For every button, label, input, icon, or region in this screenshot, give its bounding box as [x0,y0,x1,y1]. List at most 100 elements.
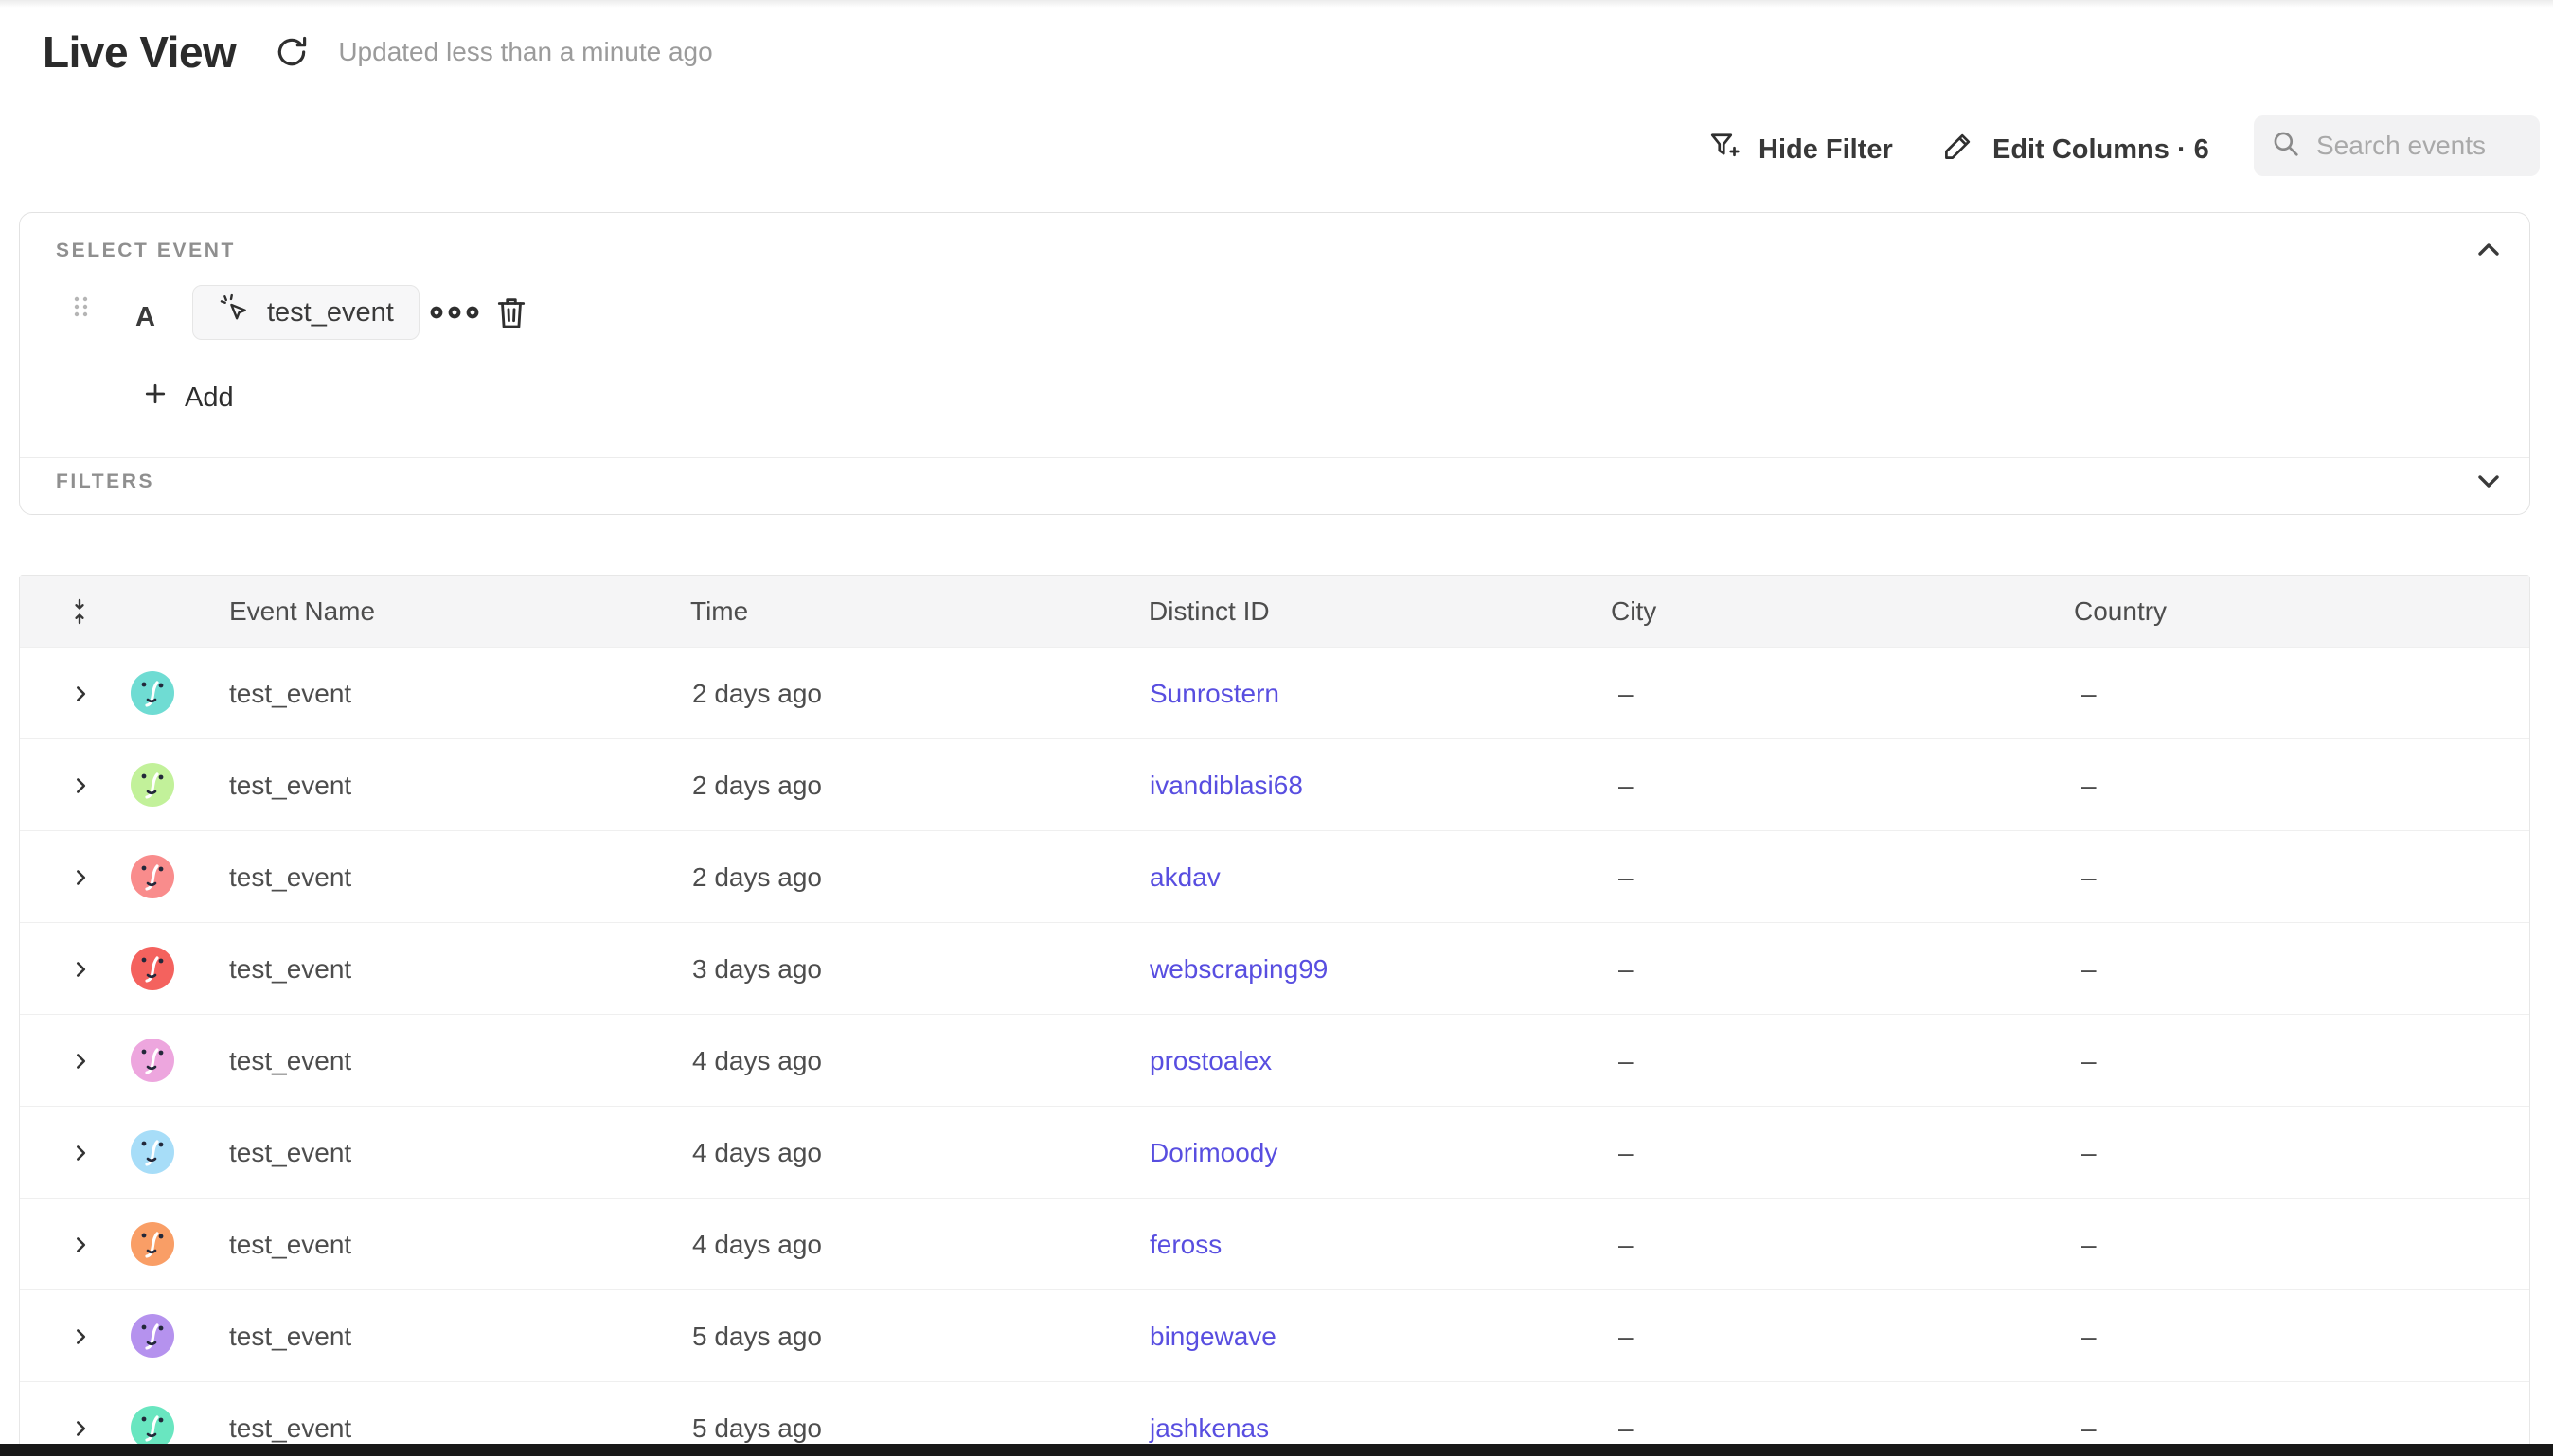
table-row: test_event 4 days ago Dorimoody – – [20,1106,2529,1198]
collapse-section-chevron-up-icon[interactable] [2473,234,2505,266]
cell-city: – [1618,1413,1634,1444]
user-avatar [131,1314,174,1358]
cell-event-name: test_event [229,679,351,709]
cell-distinct-id-link[interactable]: webscraping99 [1150,954,1328,985]
hide-filter-button[interactable]: Hide Filter [1707,131,1893,169]
pencil-icon [1941,129,1975,170]
cell-city: – [1618,1230,1634,1260]
filter-plus-icon [1707,129,1741,170]
user-avatar [131,1130,174,1174]
cell-country: – [2081,1230,2097,1260]
cell-time: 3 days ago [692,954,822,985]
cell-country: – [2081,954,2097,985]
search-icon [2271,129,2301,164]
cell-distinct-id-link[interactable]: ivandiblasi68 [1150,771,1303,801]
table-row: test_event 2 days ago akdav – – [20,830,2529,922]
cell-time: 4 days ago [692,1046,822,1076]
cell-event-name: test_event [229,1138,351,1168]
filters-label: FILTERS [56,471,154,493]
expand-row-chevron-icon[interactable] [68,773,93,803]
column-header-country: Country [2074,596,2167,627]
cell-event-name: test_event [229,862,351,893]
expand-row-chevron-icon[interactable] [68,1049,93,1078]
cell-country: – [2081,679,2097,709]
cell-event-name: test_event [229,771,351,801]
live-view-page: Live View Updated less than a minute ago… [0,0,2553,1456]
cell-distinct-id-link[interactable]: Dorimoody [1150,1138,1277,1168]
cell-city: – [1618,771,1634,801]
table-row: test_event 4 days ago feross – – [20,1198,2529,1289]
column-header-event-name: Event Name [229,596,375,627]
cursor-click-icon [218,293,250,332]
cell-distinct-id-link[interactable]: feross [1150,1230,1222,1260]
user-avatar [131,671,174,715]
cell-country: – [2081,862,2097,893]
cell-time: 4 days ago [692,1138,822,1168]
user-avatar [131,763,174,807]
cell-city: – [1618,1138,1634,1168]
cell-time: 2 days ago [692,771,822,801]
cell-time: 2 days ago [692,862,822,893]
drag-handle-icon[interactable] [71,294,92,324]
column-header-time: Time [690,596,748,627]
cell-country: – [2081,1413,2097,1444]
cell-city: – [1618,1322,1634,1352]
cell-country: – [2081,1322,2097,1352]
expand-filters-chevron-down-icon[interactable] [2473,465,2505,497]
cell-event-name: test_event [229,954,351,985]
user-avatar [131,947,174,990]
cell-distinct-id-link[interactable]: prostoalex [1150,1046,1272,1076]
cell-distinct-id-link[interactable]: akdav [1150,862,1221,893]
more-options-icon[interactable] [429,304,484,326]
cell-country: – [2081,771,2097,801]
expand-row-chevron-icon[interactable] [68,1416,93,1446]
expand-row-chevron-icon[interactable] [68,865,93,895]
edit-columns-label: Edit Columns · 6 [1992,134,2209,166]
table-row: test_event 4 days ago prostoalex – – [20,1014,2529,1106]
cell-event-name: test_event [229,1230,351,1260]
search-box[interactable] [2254,115,2540,176]
hide-filter-label: Hide Filter [1759,134,1893,166]
bottom-bar [0,1444,2553,1456]
expand-row-chevron-icon[interactable] [68,1141,93,1170]
user-avatar [131,1039,174,1082]
panel-divider [20,457,2529,458]
event-chip-label: test_event [267,297,394,328]
event-row-letter: A [135,302,155,333]
cell-city: – [1618,679,1634,709]
event-selector-chip[interactable]: test_event [192,285,420,340]
cell-city: – [1618,954,1634,985]
cell-distinct-id-link[interactable]: bingewave [1150,1322,1276,1352]
refresh-icon[interactable] [274,34,310,70]
search-input[interactable] [2314,130,2526,162]
table-row: test_event 2 days ago Sunrostern – – [20,647,2529,738]
expand-row-chevron-icon[interactable] [68,682,93,711]
add-label: Add [185,382,234,414]
column-header-city: City [1611,596,1656,627]
expand-row-chevron-icon[interactable] [68,957,93,986]
table-header: Event Name Time Distinct ID City Country [20,576,2529,647]
page-title: Live View [43,27,236,78]
collapse-rows-icon[interactable] [65,596,94,631]
cell-country: – [2081,1138,2097,1168]
select-event-label: SELECT EVENT [56,240,236,262]
plus-icon [141,380,170,416]
user-avatar [131,855,174,898]
page-header: Live View Updated less than a minute ago [43,27,713,78]
user-avatar [131,1222,174,1266]
cell-distinct-id-link[interactable]: Sunrostern [1150,679,1279,709]
top-shadow [0,0,2553,8]
edit-columns-button[interactable]: Edit Columns · 6 [1941,131,2209,169]
add-event-button[interactable]: Add [141,380,234,416]
trash-icon[interactable] [493,293,529,337]
expand-row-chevron-icon[interactable] [68,1233,93,1262]
cell-time: 2 days ago [692,679,822,709]
cell-country: – [2081,1046,2097,1076]
cell-time: 5 days ago [692,1413,822,1444]
expand-row-chevron-icon[interactable] [68,1324,93,1354]
updated-status: Updated less than a minute ago [338,37,712,67]
cell-time: 5 days ago [692,1322,822,1352]
table-row: test_event 3 days ago webscraping99 – – [20,922,2529,1014]
events-table: Event Name Time Distinct ID City Country… [19,575,2530,1456]
cell-distinct-id-link[interactable]: jashkenas [1150,1413,1269,1444]
